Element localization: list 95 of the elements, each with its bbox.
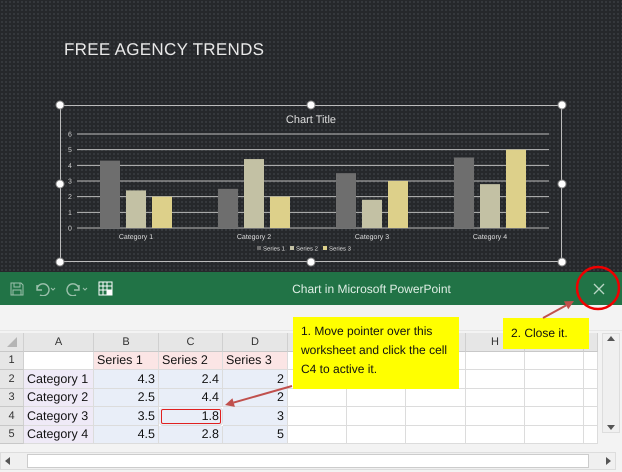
- bar: [480, 184, 500, 228]
- bar: [244, 159, 264, 228]
- table-cell[interactable]: [406, 388, 466, 407]
- table-cell[interactable]: [466, 370, 525, 388]
- select-all-corner[interactable]: [0, 333, 24, 352]
- row-header[interactable]: 4: [0, 407, 24, 426]
- table-cell[interactable]: [288, 388, 347, 407]
- table-cell[interactable]: [347, 426, 406, 444]
- bar: [388, 181, 408, 228]
- table-cell[interactable]: [288, 407, 347, 426]
- vertical-scrollbar[interactable]: [602, 333, 620, 433]
- chart-title: Chart Title: [286, 114, 336, 126]
- pointer-arrow: [225, 385, 292, 407]
- table-cell[interactable]: [525, 426, 584, 444]
- instruction-tooltip: 2. Close it.: [503, 318, 589, 349]
- slide-title: FREE AGENCY TRENDS: [64, 40, 264, 61]
- table-cell[interactable]: 1.8: [159, 407, 223, 426]
- table-cell[interactable]: [466, 388, 525, 407]
- row-header[interactable]: 5: [0, 426, 24, 444]
- resize-handle[interactable]: [306, 258, 316, 266]
- table-cell[interactable]: [288, 426, 347, 444]
- highlight-circle: [576, 266, 620, 310]
- legend-swatch: [323, 246, 327, 250]
- bar: [152, 196, 172, 228]
- bar: [218, 188, 238, 228]
- table-cell[interactable]: [466, 352, 525, 370]
- resize-handle[interactable]: [306, 100, 316, 110]
- table-cell[interactable]: [584, 407, 598, 426]
- table-cell[interactable]: 2.8: [159, 426, 223, 444]
- table-cell[interactable]: Category 4: [24, 426, 94, 444]
- table-cell[interactable]: [24, 352, 94, 370]
- legend-swatch: [290, 246, 294, 250]
- bar: [362, 200, 382, 228]
- triangle-icon: [6, 336, 16, 347]
- horizontal-scrollbar[interactable]: [0, 452, 616, 470]
- table-cell[interactable]: Series 2: [159, 352, 223, 370]
- table-cell[interactable]: [347, 407, 406, 426]
- scroll-thumb[interactable]: [27, 454, 589, 468]
- resize-handle[interactable]: [56, 179, 64, 188]
- row-header[interactable]: 3: [0, 388, 24, 407]
- pointer-arrow: [542, 301, 574, 319]
- table-cell[interactable]: [584, 352, 598, 370]
- scroll-left-icon[interactable]: [5, 457, 10, 465]
- table-cell[interactable]: [406, 426, 466, 444]
- redo-icon[interactable]: [66, 282, 88, 296]
- column-header[interactable]: B: [94, 333, 159, 352]
- resize-handle[interactable]: [558, 100, 566, 110]
- scroll-right-icon[interactable]: [606, 457, 611, 465]
- column-header[interactable]: C: [159, 333, 223, 352]
- table-cell[interactable]: 2: [223, 370, 288, 388]
- bar: [454, 158, 474, 228]
- table-cell[interactable]: [406, 407, 466, 426]
- bar: [270, 196, 290, 228]
- table-cell[interactable]: [584, 370, 598, 388]
- table-cell[interactable]: 4.4: [159, 388, 223, 407]
- table-cell[interactable]: Series 3: [223, 352, 288, 370]
- table-cell[interactable]: [584, 426, 598, 444]
- table-cell[interactable]: Category 3: [24, 407, 94, 426]
- table-cell[interactable]: 3.5: [94, 407, 159, 426]
- table-cell[interactable]: Category 1: [24, 370, 94, 388]
- table-cell[interactable]: [347, 388, 406, 407]
- table-cell[interactable]: [466, 426, 525, 444]
- bar: [126, 190, 146, 228]
- table-cell[interactable]: [525, 352, 584, 370]
- table-cell[interactable]: [525, 388, 584, 407]
- resize-handle[interactable]: [56, 258, 64, 266]
- bar: [336, 173, 356, 228]
- scroll-up-icon[interactable]: [607, 336, 615, 341]
- column-header[interactable]: D: [223, 333, 288, 352]
- table-cell[interactable]: 2.4: [159, 370, 223, 388]
- table-cell[interactable]: Series 1: [94, 352, 159, 370]
- legend-swatch: [257, 246, 261, 250]
- table-cell[interactable]: Category 2: [24, 388, 94, 407]
- table-cell[interactable]: 2.5: [94, 388, 159, 407]
- row-header[interactable]: 1: [0, 352, 24, 370]
- table-cell[interactable]: 4.3: [94, 370, 159, 388]
- resize-handle[interactable]: [56, 100, 64, 110]
- table-cell[interactable]: [584, 388, 598, 407]
- resize-handle[interactable]: [558, 258, 566, 266]
- instruction-tooltip: 1. Move pointer over this worksheet and click the cell C4 to active it.: [293, 317, 459, 389]
- column-header[interactable]: A: [24, 333, 94, 352]
- scroll-down-icon[interactable]: [607, 425, 615, 430]
- table-cell[interactable]: [525, 370, 584, 388]
- bar: [100, 160, 120, 228]
- undo-icon[interactable]: [34, 282, 56, 296]
- table-cell[interactable]: 3: [223, 407, 288, 426]
- table-cell[interactable]: 5: [223, 426, 288, 444]
- table-cell[interactable]: [525, 407, 584, 426]
- table-cell[interactable]: [466, 407, 525, 426]
- row-header[interactable]: 2: [0, 370, 24, 388]
- window-title: Chart in Microsoft PowerPoint: [291, 282, 452, 296]
- spreadsheet-icon[interactable]: [98, 281, 113, 296]
- resize-handle[interactable]: [558, 179, 566, 188]
- table-cell[interactable]: 4.5: [94, 426, 159, 444]
- save-icon[interactable]: [10, 282, 24, 296]
